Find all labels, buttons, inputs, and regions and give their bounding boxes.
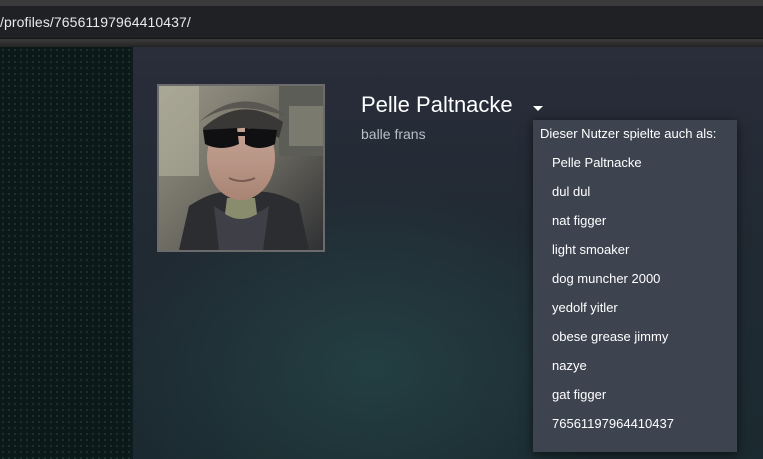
address-bar[interactable]: /profiles/76561197964410437/ — [0, 6, 763, 39]
name-history-toggle[interactable] — [530, 100, 546, 116]
name-history-item[interactable]: yedolf yitler — [552, 300, 618, 315]
name-history-item[interactable]: light smoaker — [552, 242, 629, 257]
persona-name: Pelle Paltnacke — [361, 92, 513, 117]
name-history-item[interactable]: gat figger — [552, 387, 606, 402]
name-history-item[interactable]: obese grease jimmy — [552, 329, 668, 344]
name-history-header: Dieser Nutzer spielte auch als: — [540, 126, 717, 141]
name-history-item[interactable]: 76561197964410437 — [552, 416, 674, 431]
caret-down-icon — [533, 106, 543, 111]
background-pattern — [0, 47, 132, 459]
name-history-item[interactable]: Pelle Paltnacke — [552, 155, 642, 170]
name-history-item[interactable]: dul dul — [552, 184, 590, 199]
name-history-item[interactable]: dog muncher 2000 — [552, 271, 660, 286]
avatar[interactable] — [157, 84, 325, 252]
address-url[interactable]: /profiles/76561197964410437/ — [0, 14, 191, 30]
toolbar-divider — [0, 39, 763, 47]
name-history-item[interactable]: nazye — [552, 358, 587, 373]
name-history-popup: Dieser Nutzer spielte auch als: Pelle Pa… — [533, 120, 737, 452]
real-name: balle frans — [361, 126, 426, 142]
user-avatar-photo-icon — [159, 86, 323, 250]
name-history-item[interactable]: nat figger — [552, 213, 606, 228]
